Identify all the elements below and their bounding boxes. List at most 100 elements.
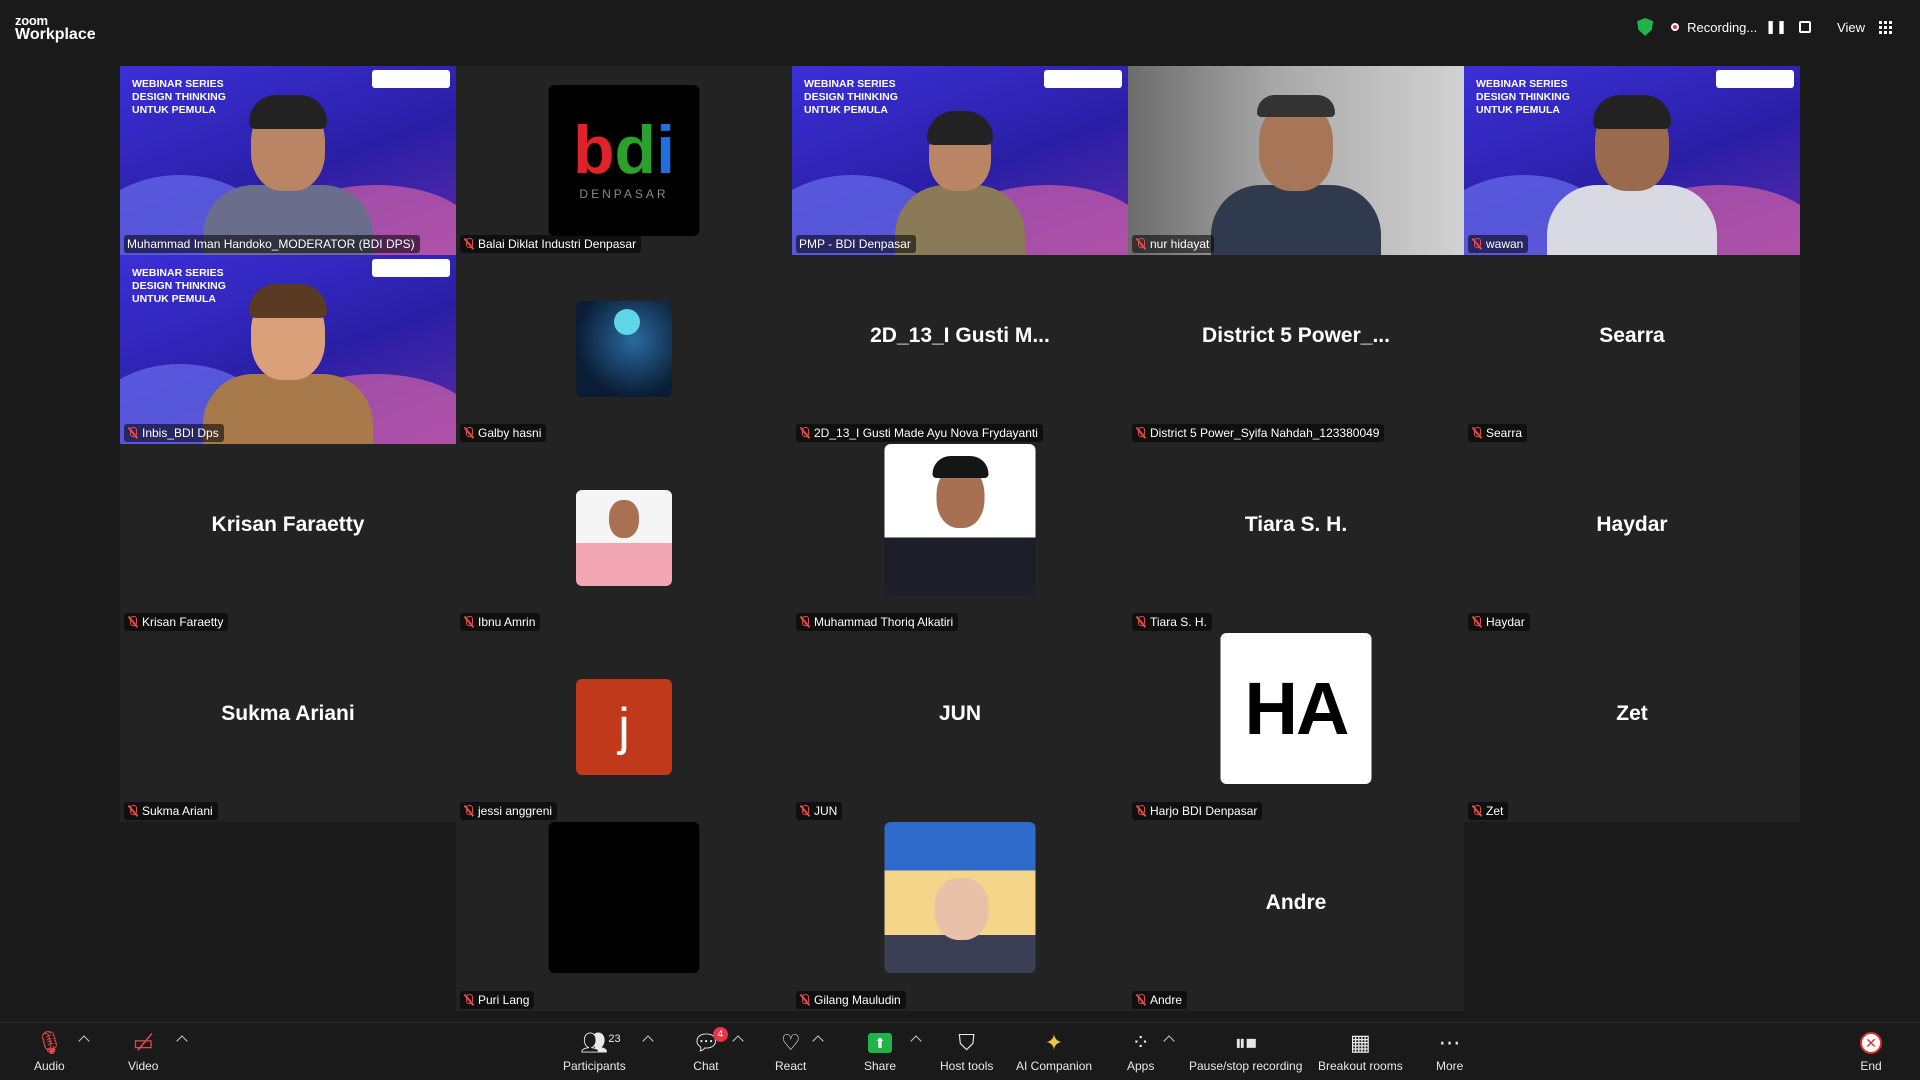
participant-tile[interactable]: JUN JUN [792,633,1128,822]
participant-tile[interactable]: Puri Lang [456,822,792,1011]
mic-muted-icon [1135,805,1146,817]
participant-name-tag: Krisan Faraetty [124,613,229,631]
participant-tile[interactable]: WEBINAR SERIES DESIGN THINKING UNTUK PEMUL… [120,255,456,444]
mic-muted-icon [1135,427,1146,439]
participant-tile[interactable]: Krisan Faraetty Krisan Faraetty [120,444,456,633]
participant-name-tag: Inbis_BDI Dps [124,424,224,442]
participant-display-name: Tiara S. H. [1244,512,1348,536]
ai-companion-button[interactable]: ✦ AI Companion [1016,1029,1092,1079]
mic-muted-icon [799,616,810,628]
participant-name-tag: Harjo BDI Denpasar [1132,802,1263,820]
recording-dot-icon [1671,23,1680,31]
avatar [884,822,1036,973]
webinar-logo-badge [1044,70,1122,88]
participant-name-tag: Tiara S. H. [1132,613,1212,631]
participant-tile[interactable]: WEBINAR SERIES DESIGN THINKING UNTUK PEMUL… [120,66,456,255]
end-button[interactable]: ✕ End [1860,1029,1882,1079]
participants-button[interactable]: 👥︎ 23 Participants [563,1029,626,1079]
view-grid-icon[interactable] [1879,20,1892,34]
mic-muted-icon [463,427,474,439]
participant-name-tag: JUN [796,802,843,820]
pause-stop-icon: ⏸⏹ [1234,1030,1257,1055]
more-dots-icon: ⋯ [1438,1030,1461,1055]
participant-tile[interactable]: Tiara S. H. Tiara S. H. [1128,444,1464,633]
audio-button[interactable]: 🎙︎ Audio [34,1029,65,1079]
mic-muted-icon [1471,427,1482,439]
participant-tile[interactable]: nur hidayat [1128,66,1464,255]
participant-tile[interactable]: Ibnu Amrin [456,444,792,633]
participant-tile[interactable]: Searra Searra [1464,255,1800,444]
zoom-logo: zoom Workplace [15,14,96,43]
participant-display-name: Searra [1599,323,1665,347]
participant-name-tag: wawan [1468,235,1529,253]
audio-options-chevron-icon[interactable] [78,1035,90,1047]
react-options-chevron-icon[interactable] [812,1035,824,1047]
participant-display-name: Andre [1265,890,1327,914]
mic-muted-icon [1135,238,1146,250]
participant-display-name: 2D_13_I Gusti M... [870,323,1050,347]
apps-icon: ⁘ [1131,1030,1150,1055]
participant-name-tag: Muhammad Iman Handoko_MODERATOR (BDI DPS… [124,235,420,253]
pause-stop-recording-button[interactable]: ⏸⏹ Pause/stop recording [1189,1029,1302,1079]
video-off-icon: ▭̸ [132,1030,154,1055]
participant-display-name: District 5 Power_... [1202,323,1390,347]
participant-name-tag: Ibnu Amrin [460,613,541,631]
participant-display-name: Zet [1616,701,1648,725]
participant-display-name: Krisan Faraetty [211,512,365,536]
mic-muted-icon [463,805,474,817]
more-button[interactable]: ⋯ More [1436,1029,1463,1079]
mic-muted-icon [799,427,810,439]
webinar-logo-badge [1716,70,1794,88]
participant-tile[interactable]: Andre Andre [1128,822,1464,1011]
participant-tile[interactable]: District 5 Power_... District 5 Power_Sy… [1128,255,1464,444]
video-feed: WEBINAR SERIES DESIGN THINKING UNTUK PEMUL… [792,66,1128,255]
mic-muted-icon [799,805,810,817]
mic-muted-icon [127,805,138,817]
breakout-rooms-button[interactable]: ▦ Breakout rooms [1318,1029,1403,1079]
chat-button[interactable]: 💬︎ 4 Chat [692,1027,728,1079]
mic-muted-icon [1135,994,1146,1006]
recording-stop-icon[interactable] [1799,21,1812,33]
participant-tile[interactable]: Zet Zet [1464,633,1800,822]
react-button[interactable]: ♡ React [775,1029,806,1079]
video-options-chevron-icon[interactable] [176,1035,188,1047]
chat-options-chevron-icon[interactable] [732,1035,744,1047]
view-button[interactable]: View [1837,20,1865,35]
mic-muted-icon [127,616,138,628]
participant-tile[interactable]: bdi DENPASAR Balai Diklat Industri Denpas… [456,66,792,255]
apps-button[interactable]: ⁘ Apps [1127,1029,1154,1079]
participant-name-tag: Searra [1468,424,1528,442]
apps-options-chevron-icon[interactable] [1163,1035,1175,1047]
participants-options-chevron-icon[interactable] [642,1035,654,1047]
participants-count: 23 [608,1033,621,1045]
video-feed: WEBINAR SERIES DESIGN THINKING UNTUK PEMUL… [120,255,456,444]
chat-icon: 💬︎ 4 [692,1027,728,1057]
recording-pause-icon[interactable]: ❚❚ [1765,19,1787,35]
participant-tile[interactable]: WEBINAR SERIES DESIGN THINKING UNTUK PEMUL… [792,66,1128,255]
avatar: HA [1220,633,1372,784]
participant-tile[interactable]: Gilang Mauludin [792,822,1128,1011]
video-feed: WEBINAR SERIES DESIGN THINKING UNTUK PEMUL… [120,66,456,255]
participant-name-tag: Muhammad Thoriq Alkatiri [796,613,959,631]
share-options-chevron-icon[interactable] [910,1035,922,1047]
participant-tile[interactable]: Sukma Ariani Sukma Ariani [120,633,456,822]
participants-icon: 👥︎ 23 [580,1030,621,1055]
mic-muted-icon [463,994,474,1006]
mic-muted-icon [1471,616,1482,628]
participant-tile[interactable]: Haydar Haydar [1464,444,1800,633]
participant-tile[interactable]: WEBINAR SERIES DESIGN THINKING UNTUK PEMUL… [1464,66,1800,255]
participant-tile[interactable]: Galby hasni [456,255,792,444]
host-tools-button[interactable]: ⛉ Host tools [940,1029,993,1079]
encryption-shield-icon[interactable] [1637,18,1654,36]
participant-name-tag: nur hidayat [1132,235,1215,253]
participant-name-tag: District 5 Power_Syifa Nahdah_123380049 [1132,424,1385,442]
mic-muted-icon [799,994,810,1006]
participant-tile[interactable]: HA Harjo BDI Denpasar [1128,633,1464,822]
video-button[interactable]: ▭̸ Video [128,1029,158,1079]
participant-tile[interactable]: Muhammad Thoriq Alkatiri [792,444,1128,633]
participant-tile[interactable]: j jessi anggreni [456,633,792,822]
participant-name-tag: jessi anggreni [460,802,558,820]
share-button[interactable]: ⬆ Share [864,1029,896,1079]
participant-tile[interactable]: 2D_13_I Gusti M... 2D_13_I Gusti Made Ay… [792,255,1128,444]
mic-muted-icon [1471,238,1482,250]
